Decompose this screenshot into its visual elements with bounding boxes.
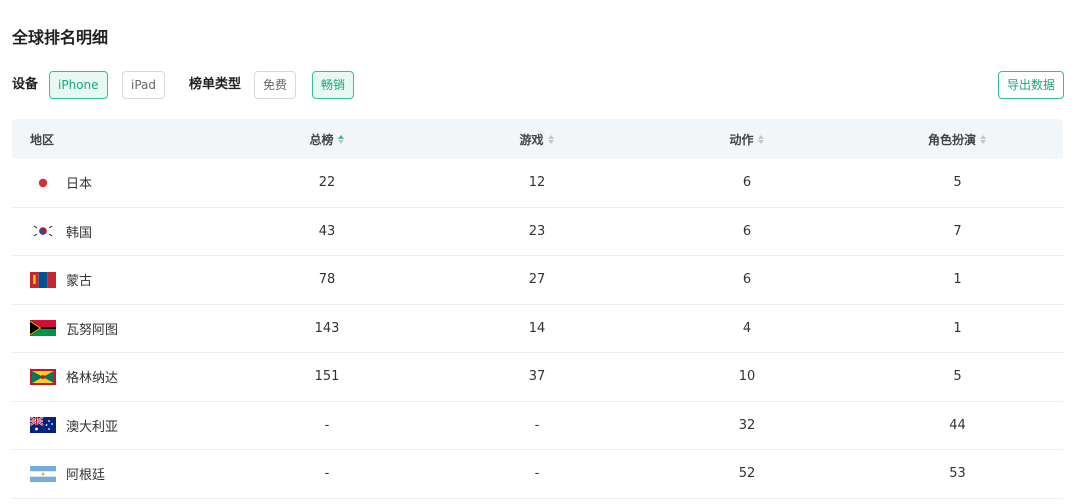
table-row: 韩国 43 23 6 7 <box>12 208 1063 256</box>
filter-bar: 设备 iPhone iPad 榜单类型 免费 畅销 导出数据 <box>12 71 1064 99</box>
column-header-total[interactable]: 总榜 <box>222 119 432 159</box>
rpg-rank-cell: 1 <box>953 272 962 288</box>
total-rank-cell: 43 <box>318 223 336 239</box>
column-header-rpg[interactable]: 角色扮演 <box>852 119 1063 159</box>
ar-flag-icon <box>30 465 56 482</box>
rpg-rank-cell: 5 <box>953 175 962 191</box>
region-name: 日本 <box>66 177 93 193</box>
chart-type-option-grossing[interactable]: 畅销 <box>312 71 355 99</box>
export-data-button[interactable]: 导出数据 <box>997 71 1064 99</box>
games-rank-cell: 27 <box>528 272 546 288</box>
games-rank-cell: 23 <box>528 223 546 239</box>
total-rank-cell: 22 <box>318 175 336 191</box>
column-header-label: 总榜 <box>309 132 334 147</box>
total-rank-cell: 78 <box>318 272 336 288</box>
region-cell: 日本 <box>12 159 222 207</box>
total-rank-cell: - <box>324 466 330 482</box>
region-name: 瓦努阿图 <box>66 322 119 338</box>
page-title: 全球排名明细 <box>12 28 109 47</box>
total-rank-cell: - <box>324 417 330 433</box>
region-name: 蒙古 <box>66 274 93 290</box>
gd-flag-icon <box>30 368 56 385</box>
table-row: 瓦努阿图 143 14 4 1 <box>12 305 1063 353</box>
table-body: 日本 22 12 6 5 韩国 43 23 6 7 蒙古 78 27 6 1 瓦… <box>12 159 1063 499</box>
ranking-table: 地区 总榜 游戏 动作 角色扮演 日本 22 12 6 5 韩国 43 23 6… <box>12 119 1063 499</box>
chart-type-label: 榜单类型 <box>189 77 242 92</box>
table-row: 格林纳达 151 37 10 5 <box>12 353 1063 402</box>
region-name: 格林纳达 <box>66 371 119 387</box>
total-rank-cell: 143 <box>314 320 340 336</box>
region-cell: 格林纳达 <box>12 353 222 401</box>
sort-icon[interactable] <box>547 134 555 144</box>
column-header-games[interactable]: 游戏 <box>432 119 642 159</box>
region-cell: 蒙古 <box>12 256 222 304</box>
device-option-ipad[interactable]: iPad <box>122 71 166 99</box>
region-name: 澳大利亚 <box>66 419 119 435</box>
region-cell: 韩国 <box>12 208 222 256</box>
action-rank-cell: 4 <box>742 320 752 336</box>
rpg-rank-cell: 53 <box>949 466 966 482</box>
mn-flag-icon <box>30 271 56 288</box>
column-header-label: 游戏 <box>519 132 544 147</box>
rpg-rank-cell: 5 <box>953 369 962 385</box>
jp-flag-icon <box>30 174 56 191</box>
sort-asc-icon[interactable] <box>337 134 345 144</box>
action-rank-cell: 6 <box>742 223 752 239</box>
table-row: 澳大利亚 - - 32 44 <box>12 402 1063 450</box>
games-rank-cell: - <box>534 466 540 482</box>
rpg-rank-cell: 1 <box>953 320 962 336</box>
region-cell: 澳大利亚 <box>12 402 222 450</box>
vu-flag-icon <box>30 320 56 337</box>
kr-flag-icon <box>30 223 56 240</box>
column-header-action[interactable]: 动作 <box>642 119 852 159</box>
sort-icon[interactable] <box>757 134 765 144</box>
games-rank-cell: 14 <box>528 320 546 336</box>
action-rank-cell: 10 <box>738 369 756 385</box>
games-rank-cell: 12 <box>528 175 546 191</box>
total-rank-cell: 151 <box>314 369 340 385</box>
games-rank-cell: 37 <box>528 369 546 385</box>
games-rank-cell: - <box>534 417 540 433</box>
action-rank-cell: 6 <box>742 175 752 191</box>
action-rank-cell: 32 <box>738 417 756 433</box>
au-flag-icon <box>30 417 56 434</box>
table-row: 阿根廷 - - 52 53 <box>12 450 1063 499</box>
column-header-label: 动作 <box>729 132 754 147</box>
table-row: 蒙古 78 27 6 1 <box>12 256 1063 305</box>
column-header-label: 角色扮演 <box>927 132 976 147</box>
table-row: 日本 22 12 6 5 <box>12 159 1063 208</box>
column-header-label: 地区 <box>30 132 55 147</box>
region-name: 阿根廷 <box>66 468 106 484</box>
rpg-rank-cell: 7 <box>953 223 962 239</box>
table-header: 地区 总榜 游戏 动作 角色扮演 <box>12 119 1063 159</box>
region-name: 韩国 <box>66 225 93 241</box>
action-rank-cell: 6 <box>742 272 752 288</box>
chart-type-option-free[interactable]: 免费 <box>254 71 297 99</box>
rpg-rank-cell: 44 <box>949 417 966 433</box>
action-rank-cell: 52 <box>738 466 756 482</box>
region-cell: 阿根廷 <box>12 450 222 498</box>
device-option-iphone[interactable]: iPhone <box>49 71 108 99</box>
sort-icon[interactable] <box>979 134 987 144</box>
region-cell: 瓦努阿图 <box>12 305 222 353</box>
global-ranking-page: 全球排名明细 设备 iPhone iPad 榜单类型 免费 畅销 导出数据 地区… <box>0 0 1080 504</box>
column-header-region: 地区 <box>12 119 222 159</box>
device-label: 设备 <box>12 77 39 92</box>
